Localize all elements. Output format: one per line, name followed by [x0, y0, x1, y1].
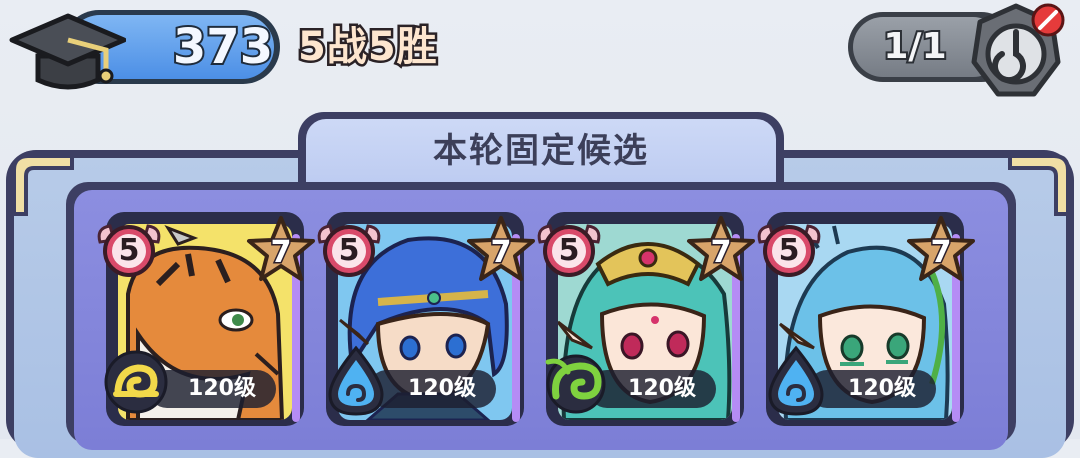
- disabled-timer-icon[interactable]: [960, 2, 1072, 102]
- battle-record: 5战5胜: [296, 22, 440, 73]
- wood-leaf-icon: [545, 354, 606, 414]
- rank-badge: 5: [534, 216, 604, 286]
- hero-card[interactable]: 5 7 120级: [537, 212, 755, 426]
- star-count: 7: [269, 234, 293, 272]
- star-count: 7: [489, 234, 513, 272]
- rank-value: 5: [558, 233, 580, 268]
- star-badge: 7: [246, 214, 316, 284]
- star-badge: 7: [906, 214, 976, 284]
- rank-value: 5: [338, 233, 360, 268]
- rank-badge: 5: [314, 216, 384, 286]
- rank-badge: 5: [754, 216, 824, 286]
- hero-level: 120级: [188, 376, 256, 401]
- hero-level: 120级: [848, 376, 916, 401]
- star-count: 7: [929, 234, 953, 272]
- hero-level: 120级: [408, 376, 476, 401]
- hero-card[interactable]: 5 7 120级: [97, 212, 315, 426]
- water-drop-icon: [328, 345, 384, 416]
- graduation-cap-icon: [9, 13, 126, 90]
- panel-title: 本轮固定候选: [433, 131, 649, 171]
- rank-badge: 5: [94, 216, 164, 286]
- water-drop-icon: [768, 345, 824, 416]
- hero-level: 120级: [628, 376, 696, 401]
- hero-card[interactable]: 5 7 120级: [757, 212, 975, 426]
- star-badge: 7: [686, 214, 756, 284]
- attempt-counter: 1/1: [881, 24, 948, 69]
- earth-swirl-icon: [104, 350, 168, 414]
- hero-card[interactable]: 5 7 120级: [317, 212, 535, 426]
- rank-value: 5: [118, 233, 140, 268]
- star-count: 7: [709, 234, 733, 272]
- score-value: 373: [171, 17, 275, 77]
- rank-value: 5: [778, 233, 800, 268]
- star-badge: 7: [466, 214, 536, 284]
